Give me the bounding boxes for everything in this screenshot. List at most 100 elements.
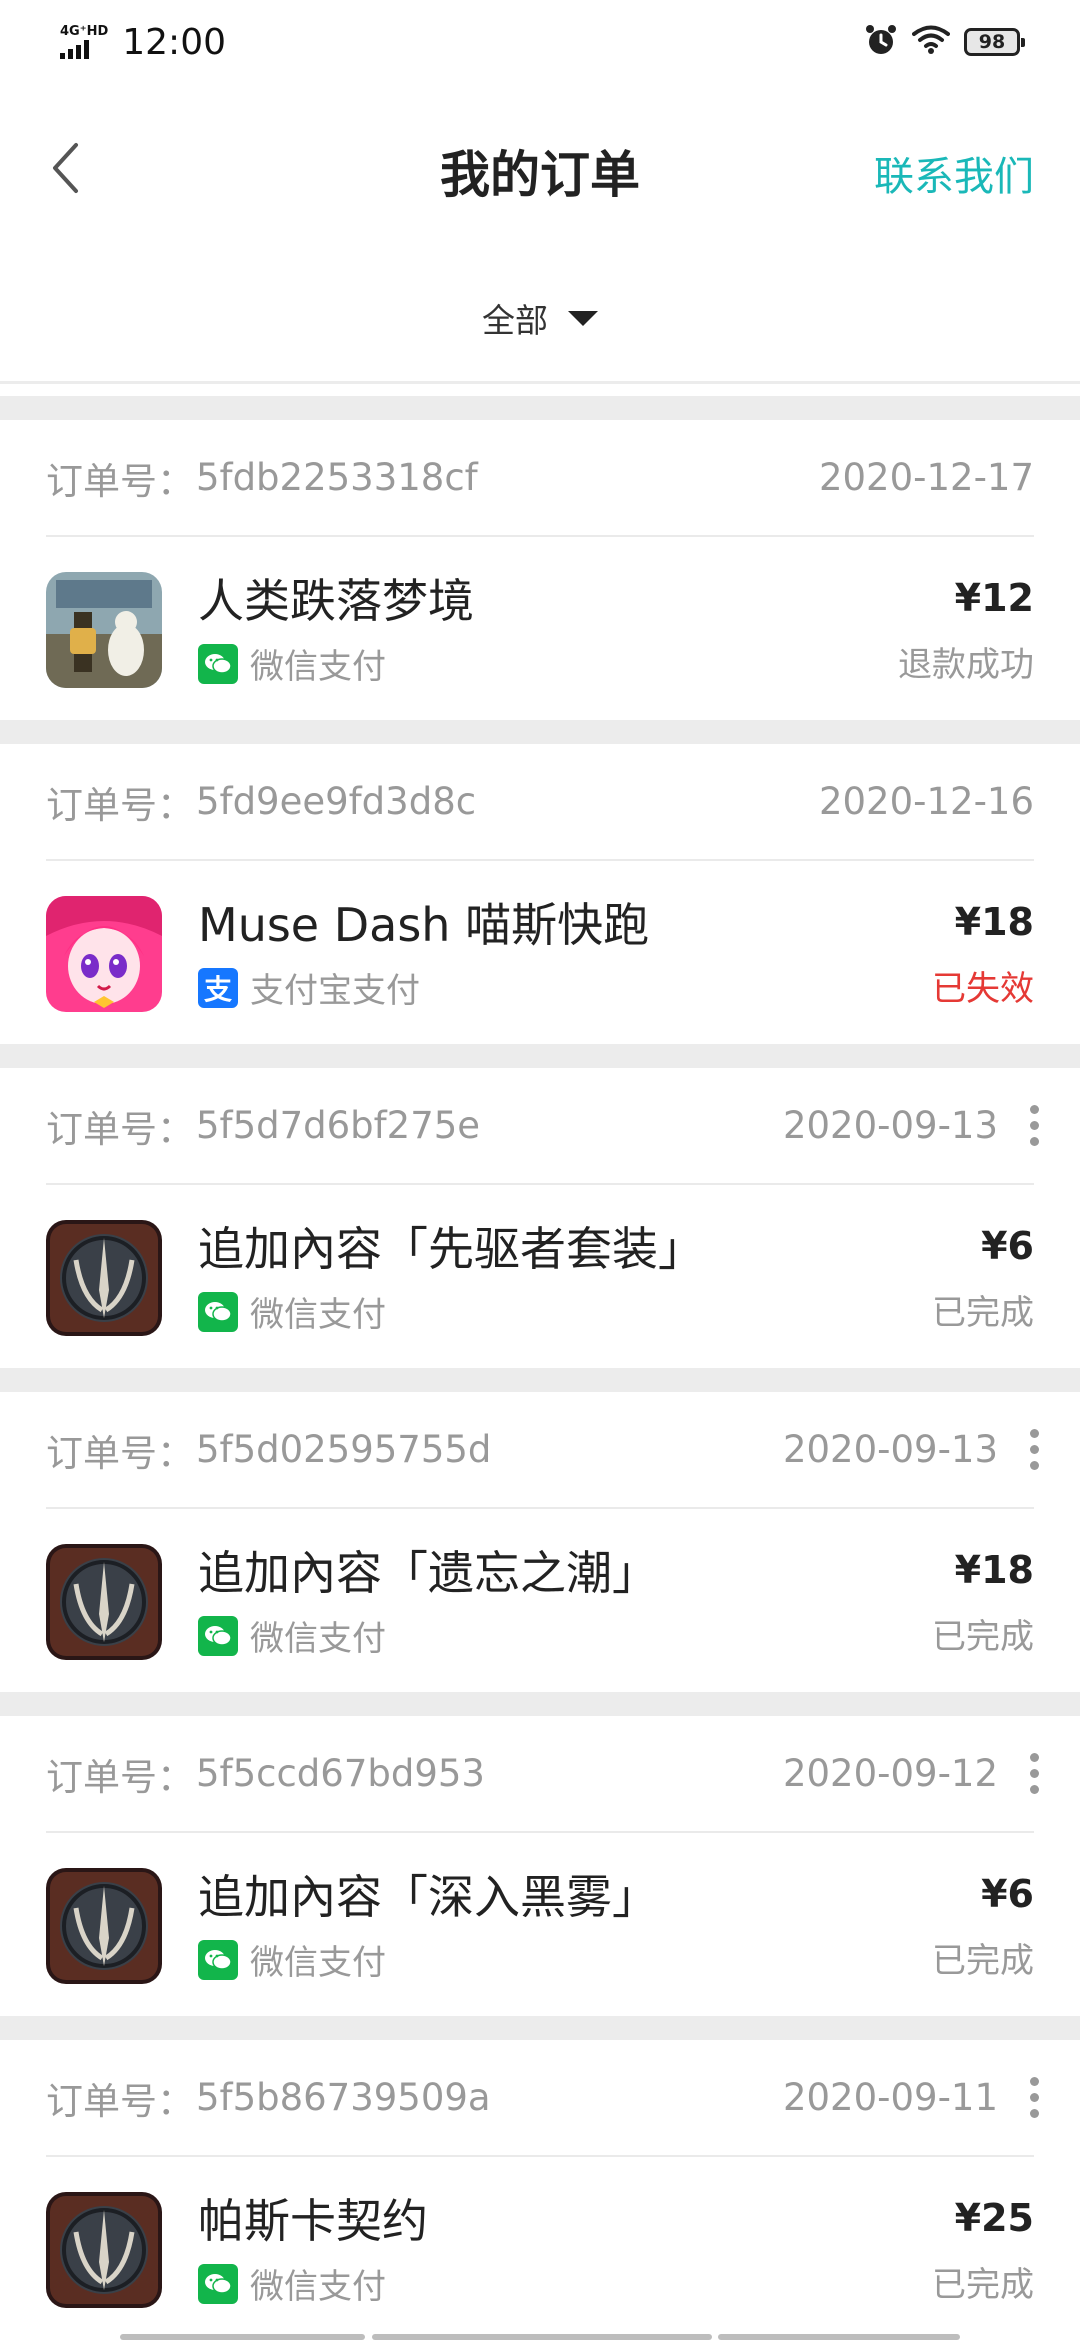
order-body: Muse Dash 喵斯快跑 支 支付宝支付 ¥18 已失效 (46, 863, 1034, 1044)
order-header: 订单号： 5fdb2253318cf 2020-12-17 (46, 420, 1034, 537)
muse-dash-image (46, 895, 162, 1012)
order-card-6[interactable]: 订单号： 5f5b86739509a 2020-09-11 帕斯卡契约 微信支付 (0, 2016, 1080, 2340)
order-price: ¥25 (954, 2196, 1034, 2240)
payment-label: 微信支付 (250, 647, 386, 687)
order-date: 2020-09-12 (782, 1752, 998, 1795)
order-price: ¥6 (981, 1872, 1034, 1916)
order-date: 2020-12-16 (818, 780, 1034, 823)
scroll-indicator[interactable] (120, 2334, 365, 2340)
order-number-label: 订单号： (46, 1107, 194, 1151)
human-fall-flat-image (46, 571, 162, 688)
product-name: 追加內容「深入黑雾」 (198, 1870, 658, 1924)
order-number-label: 订单号： (46, 1431, 194, 1475)
order-card-3[interactable]: 订单号： 5f5d7d6bf275e 2020-09-13 追加內容「先驱者套装… (0, 1044, 1080, 1368)
order-header: 订单号： 5fd9ee9fd3d8c 2020-12-16 (46, 744, 1034, 861)
order-price: ¥18 (954, 1548, 1034, 1592)
alipay-icon: 支 (198, 967, 238, 1008)
order-status: 已完成 (932, 1293, 1034, 1333)
order-date: 2020-09-11 (782, 2076, 998, 2119)
status-time: 12:00 (122, 21, 226, 63)
dark-emblem-image (46, 1219, 162, 1336)
order-number: 5f5d7d6bf275e (196, 1104, 481, 1147)
payment-method: 微信支付 (198, 2259, 428, 2308)
order-number-label: 订单号： (46, 459, 194, 503)
wechat-pay-icon (198, 1291, 238, 1332)
order-body: 追加內容「先驱者套装」 微信支付 ¥6 已完成 (46, 1187, 1034, 1368)
order-number: 5f5b86739509a (196, 2076, 491, 2119)
order-number-label: 订单号： (46, 783, 194, 827)
more-options-icon[interactable] (1016, 1425, 1052, 1475)
wechat-pay-icon (198, 643, 238, 684)
filter-bar: 全部 (0, 282, 1080, 354)
header: 我的订单 联系我们 (0, 100, 1080, 240)
order-header: 订单号： 5f5d7d6bf275e 2020-09-13 (46, 1068, 1039, 1185)
order-number-label: 订单号： (46, 1755, 194, 1799)
dark-emblem-image (46, 2191, 162, 2308)
order-card-4[interactable]: 订单号： 5f5d02595755d 2020-09-13 追加內容「遗忘之潮」… (0, 1368, 1080, 1692)
order-status: 退款成功 (898, 645, 1034, 685)
contact-us-link[interactable]: 联系我们 (874, 144, 1034, 202)
order-date: 2020-09-13 (782, 1428, 998, 1471)
wechat-pay-icon (198, 1939, 238, 1980)
order-status: 已失效 (932, 969, 1034, 1009)
payment-method: 支 支付宝支付 (198, 963, 649, 1012)
order-price: ¥6 (981, 1224, 1034, 1268)
divider (0, 381, 1080, 384)
product-name: 追加內容「先驱者套装」 (198, 1222, 704, 1276)
order-header: 订单号： 5f5d02595755d 2020-09-13 (46, 1392, 1039, 1509)
product-name: 追加內容「遗忘之潮」 (198, 1546, 658, 1600)
payment-method: 微信支付 (198, 639, 474, 688)
dark-emblem-image (46, 1867, 162, 1984)
more-options-icon[interactable] (1016, 2073, 1052, 2123)
payment-label: 微信支付 (250, 1295, 386, 1335)
order-card-2[interactable]: 订单号： 5fd9ee9fd3d8c 2020-12-16 Muse Dash … (0, 720, 1080, 1044)
order-body: 帕斯卡契约 微信支付 ¥25 已完成 (46, 2159, 1034, 2340)
payment-method: 微信支付 (198, 1611, 658, 1660)
wechat-pay-icon (198, 1615, 238, 1656)
order-status: 已完成 (932, 1617, 1034, 1657)
order-price: ¥18 (954, 900, 1034, 944)
order-number: 5fdb2253318cf (196, 456, 478, 499)
product-name: Muse Dash 喵斯快跑 (198, 898, 650, 952)
product-name: 人类跌落梦境 (198, 574, 474, 628)
order-card-1[interactable]: 订单号： 5fdb2253318cf 2020-12-17 人类跌落梦境 微信支… (0, 396, 1080, 720)
payment-method: 微信支付 (198, 1935, 658, 1984)
battery-level: 98 (978, 31, 1006, 53)
scroll-indicator[interactable] (718, 2334, 960, 2340)
status-bar: 4G⁺HD 12:00 98 (0, 0, 1080, 84)
order-date: 2020-12-17 (818, 456, 1034, 499)
order-header: 订单号： 5f5ccd67bd953 2020-09-12 (46, 1716, 1039, 1833)
wifi-icon (912, 25, 950, 59)
order-header: 订单号： 5f5b86739509a 2020-09-11 (46, 2040, 1039, 2157)
scroll-indicator[interactable] (372, 2334, 712, 2340)
order-number: 5fd9ee9fd3d8c (196, 780, 477, 823)
caret-down-icon (568, 310, 598, 326)
more-options-icon[interactable] (1016, 1749, 1052, 1799)
filter-label: 全部 (482, 301, 548, 340)
payment-label: 微信支付 (250, 1943, 386, 1983)
order-body: 追加內容「遗忘之潮」 微信支付 ¥18 已完成 (46, 1511, 1034, 1692)
payment-label: 微信支付 (250, 2267, 386, 2307)
alarm-icon (864, 23, 898, 61)
network-type: 4G⁺HD (60, 24, 109, 39)
payment-label: 微信支付 (250, 1619, 386, 1659)
order-status: 已完成 (932, 1941, 1034, 1981)
order-number-label: 订单号： (46, 2079, 194, 2123)
dark-emblem-image (46, 1543, 162, 1660)
order-card-5[interactable]: 订单号： 5f5ccd67bd953 2020-09-12 追加內容「深入黑雾」… (0, 1692, 1080, 2016)
product-name: 帕斯卡契约 (198, 2194, 428, 2248)
order-list: 订单号： 5fdb2253318cf 2020-12-17 人类跌落梦境 微信支… (0, 396, 1080, 2340)
filter-dropdown[interactable]: 全部 (482, 294, 598, 342)
order-date: 2020-09-13 (782, 1104, 998, 1147)
payment-method: 微信支付 (198, 1287, 704, 1336)
wechat-pay-icon (198, 2263, 238, 2304)
order-number: 5f5ccd67bd953 (196, 1752, 485, 1795)
order-status: 已完成 (932, 2265, 1034, 2305)
payment-label: 支付宝支付 (250, 971, 420, 1011)
order-body: 人类跌落梦境 微信支付 ¥12 退款成功 (46, 539, 1034, 720)
signal-icon: 4G⁺HD (60, 25, 108, 59)
order-number: 5f5d02595755d (196, 1428, 492, 1471)
order-body: 追加內容「深入黑雾」 微信支付 ¥6 已完成 (46, 1835, 1034, 2016)
battery-icon: 98 (964, 28, 1025, 56)
more-options-icon[interactable] (1016, 1101, 1052, 1151)
